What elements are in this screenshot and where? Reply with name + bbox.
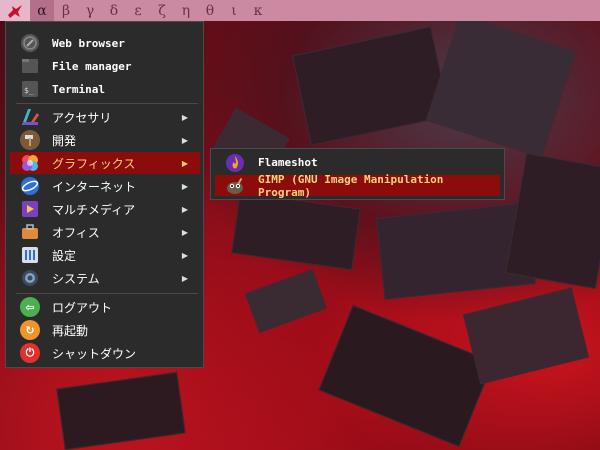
workspace-5[interactable]: ε [126,0,150,21]
svg-text:$_: $_ [24,86,34,95]
workspace-8[interactable]: θ [198,0,222,21]
power-icon: ⏻ [20,343,40,363]
menu-item-internet[interactable]: インターネット ▶ [10,175,200,197]
gimp-icon [225,176,245,196]
accessories-icon [20,107,40,127]
menu-item-label: ログアウト [52,300,113,315]
menu-item-settings[interactable]: 設定 ▶ [10,244,200,266]
menu-item-label: マルチメディア [52,202,136,217]
workspace-6[interactable]: ζ [150,0,174,21]
menu-launcher-button[interactable] [0,0,30,21]
menu-item-label: 再起動 [52,323,89,338]
menu-item-web-browser[interactable]: Web browser [10,32,200,54]
menu-item-development[interactable]: 開発 ▶ [10,129,200,151]
menu-item-label: 設定 [52,248,77,263]
workspace-2[interactable]: β [54,0,78,21]
workspace-3[interactable]: γ [78,0,102,21]
workspace-9[interactable]: ι [222,0,246,21]
menu-item-label: システム [52,271,100,286]
logout-icon: ⇦ [20,297,40,317]
menu-item-shutdown[interactable]: ⏻ シャットダウン [10,342,200,364]
workspace-10[interactable]: κ [246,0,270,21]
menu-item-label: グラフィックス [52,156,136,171]
menu-item-label: アクセサリ [52,110,112,125]
globe-icon [20,33,40,53]
menu-item-label: インターネット [52,179,137,194]
flameshot-icon [225,153,245,173]
settings-icon [20,245,40,265]
briefcase-icon [20,222,40,242]
workspace-1[interactable]: α [30,0,54,21]
application-menu: Web browser File manager $_ Terminal アクセ… [5,21,204,368]
menu-item-file-manager[interactable]: File manager [10,55,200,77]
submenu-arrow-icon: ▶ [181,158,188,168]
submenu-item-label: Flameshot [258,156,318,169]
menu-item-label: File manager [52,59,132,73]
menu-item-office[interactable]: オフィス ▶ [10,221,200,243]
submenu-item-label: GIMP (GNU Image Manipulation Program) [258,172,444,199]
menu-separator [16,103,198,104]
terminal-icon: $_ [20,79,40,99]
submenu-item-gimp[interactable]: GIMP (GNU Image Manipulation Program) [215,172,500,199]
submenu-arrow-icon: ▶ [181,273,188,283]
submenu-arrow-icon: ▶ [181,112,188,122]
multimedia-icon [20,199,40,219]
reboot-icon: ↻ [20,320,40,340]
graphics-submenu: Flameshot GIMP (GNU Image Manipulation P… [210,148,505,200]
top-panel: α β γ δ ε ζ η θ ι κ [0,0,600,21]
submenu-item-flameshot[interactable]: Flameshot [215,152,500,173]
menu-item-label: Terminal [52,82,105,96]
menu-item-logout[interactable]: ⇦ ログアウト [10,296,200,318]
menu-item-terminal[interactable]: $_ Terminal [10,78,200,100]
bird-logo-icon [8,4,22,18]
menu-item-system[interactable]: システム ▶ [10,267,200,289]
workspace-switcher: α β γ δ ε ζ η θ ι κ [30,0,270,21]
menu-item-multimedia[interactable]: マルチメディア ▶ [10,198,200,220]
workspace-4[interactable]: δ [102,0,126,21]
menu-item-graphics[interactable]: グラフィックス ▶ [10,152,200,174]
menu-item-accessories[interactable]: アクセサリ ▶ [10,106,200,128]
menu-item-label: Web browser [52,36,125,50]
menu-item-label: シャットダウン [52,346,137,361]
submenu-arrow-icon: ▶ [181,250,188,260]
submenu-arrow-icon: ▶ [181,204,188,214]
workspace-7[interactable]: η [174,0,198,21]
internet-icon [20,176,40,196]
submenu-arrow-icon: ▶ [181,181,188,191]
menu-separator [16,293,198,294]
graphics-icon [20,153,40,173]
menu-item-reboot[interactable]: ↻ 再起動 [10,319,200,341]
menu-item-label: オフィス [52,225,100,240]
gear-icon [20,268,40,288]
hammer-icon [20,130,40,150]
file-manager-icon [20,56,40,76]
submenu-arrow-icon: ▶ [181,135,188,145]
menu-item-label: 開発 [52,133,77,148]
submenu-arrow-icon: ▶ [181,227,188,237]
